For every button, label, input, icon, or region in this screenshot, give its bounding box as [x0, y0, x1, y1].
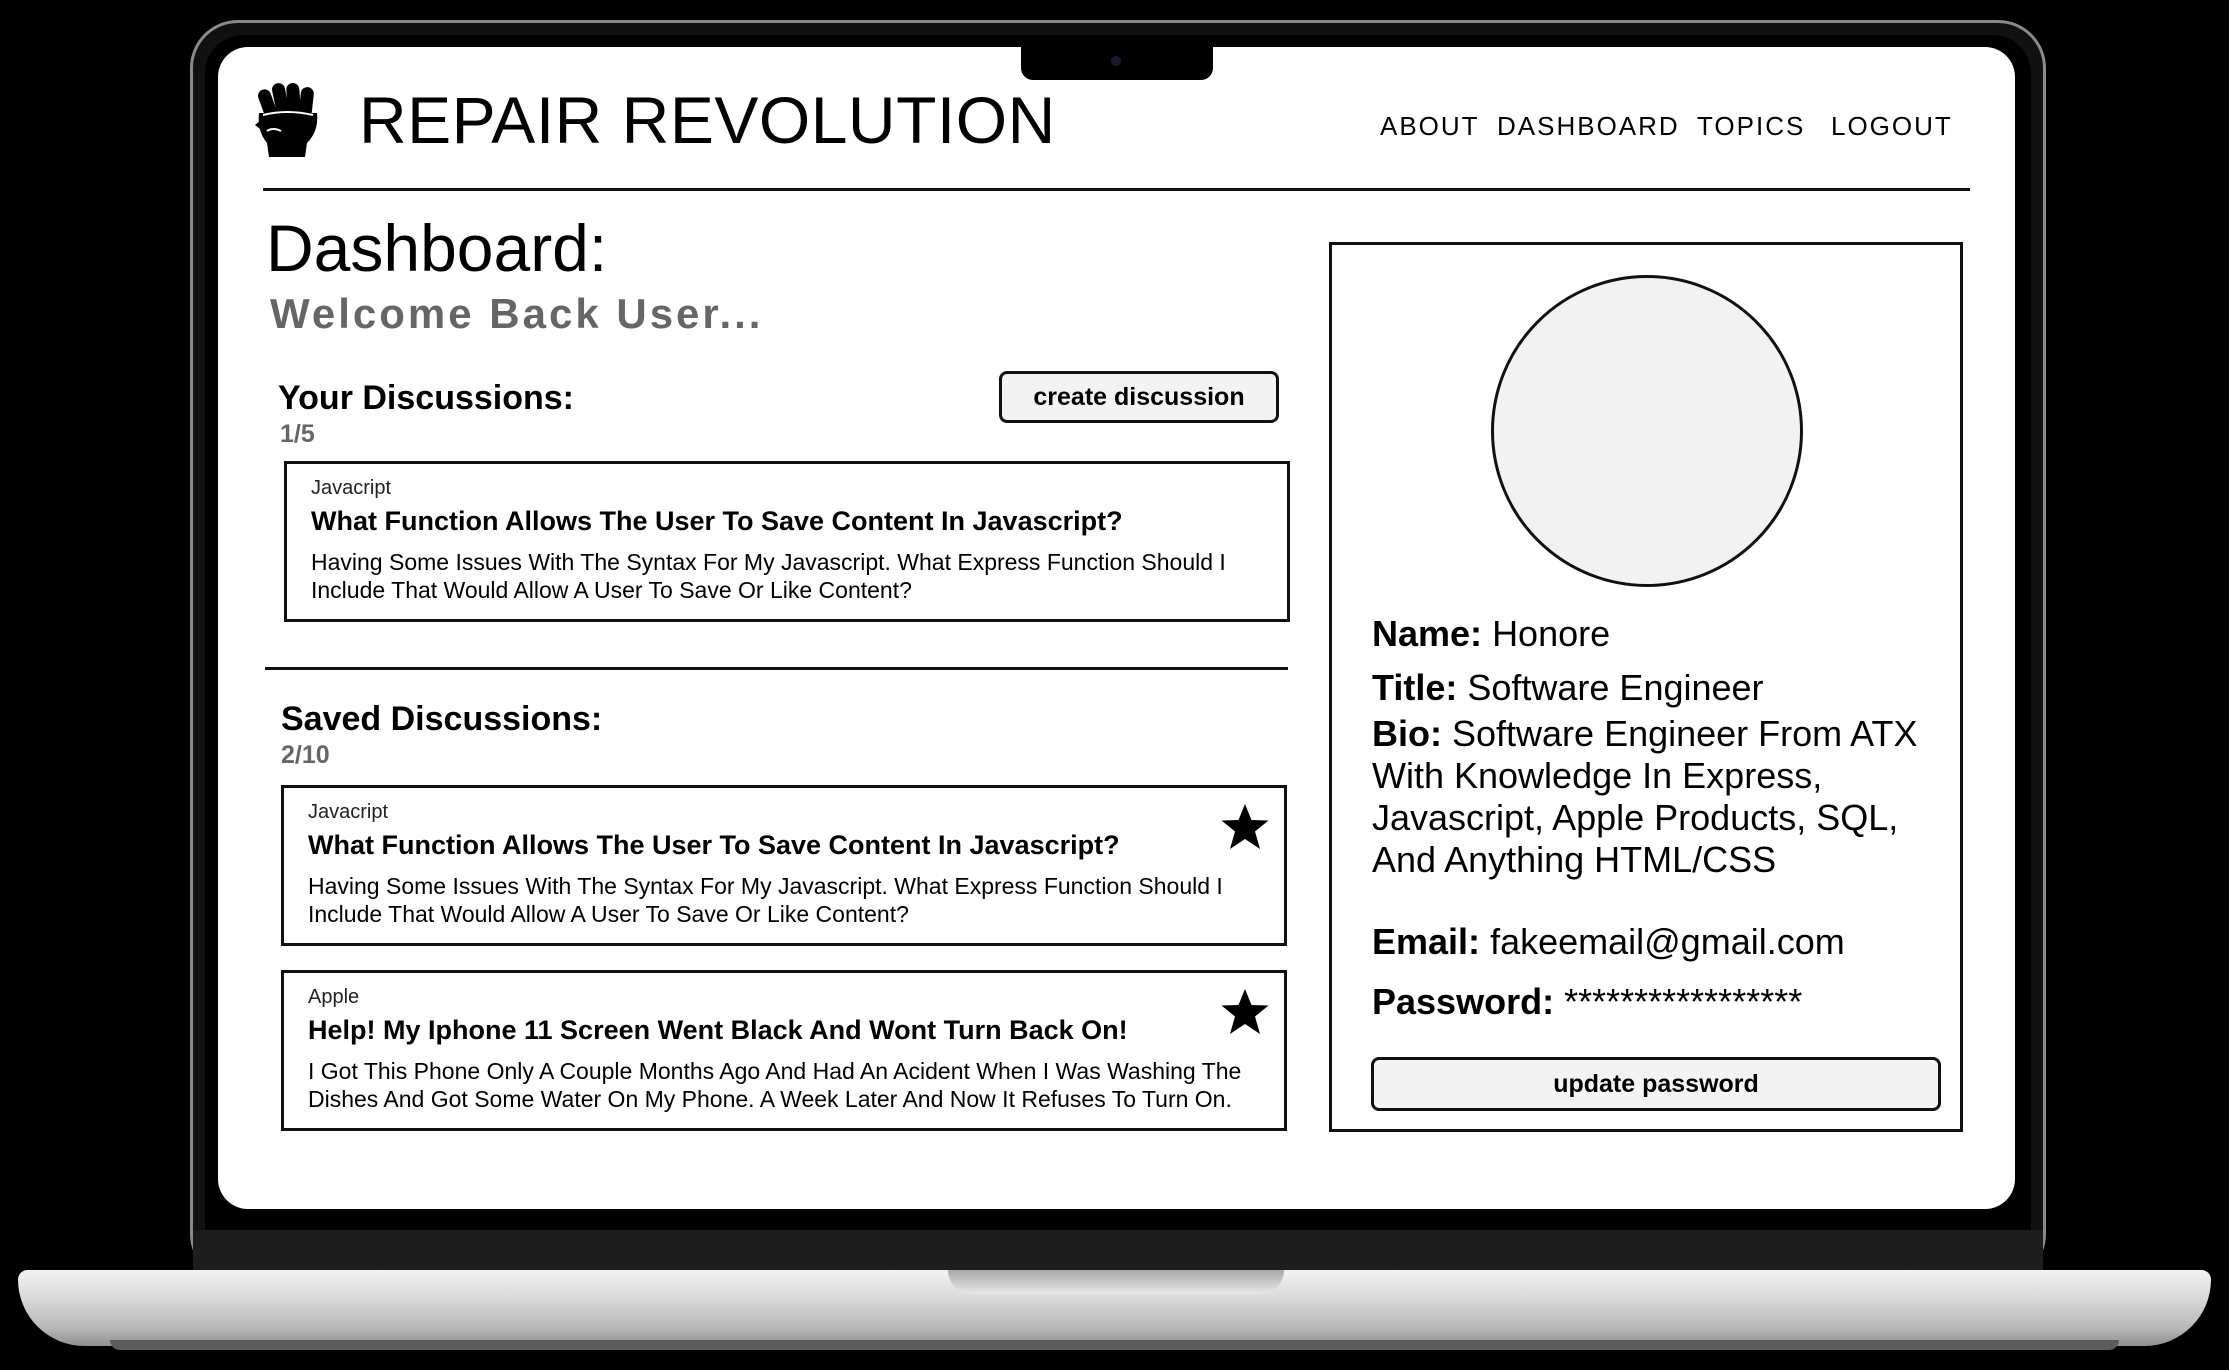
section-divider: [265, 667, 1288, 670]
email-value: fakeemail@gmail.com: [1490, 921, 1845, 962]
saved-discussions-count: 2/10: [281, 741, 330, 769]
nav-logout-link[interactable]: LOGOUT: [1831, 113, 1953, 139]
laptop-base-foot: [110, 1340, 2119, 1350]
saved-discussions-heading: Saved Discussions:: [281, 700, 603, 738]
email-label: Email:: [1372, 921, 1481, 962]
bio-label: Bio:: [1372, 713, 1442, 754]
create-discussion-button[interactable]: create discussion: [999, 371, 1279, 423]
bio-value: Software Engineer From ATX With Knowledg…: [1372, 713, 1918, 880]
saved-discussion-card[interactable]: Apple Help! My Iphone 11 Screen Went Bla…: [281, 970, 1287, 1131]
nav-about-link[interactable]: ABOUT: [1380, 113, 1480, 139]
discussion-title[interactable]: What Function Allows The User To Save Co…: [311, 508, 1123, 535]
header-divider: [263, 188, 1970, 191]
nav-topics-link[interactable]: TOPICS: [1697, 113, 1805, 139]
page-title: Dashboard:: [266, 211, 608, 285]
star-icon[interactable]: [1220, 802, 1270, 852]
discussion-card[interactable]: Javacript What Function Allows The User …: [284, 461, 1290, 622]
discussion-body: I Got This Phone Only A Couple Months Ag…: [308, 1058, 1242, 1112]
title-value: Software Engineer: [1467, 667, 1764, 708]
saved-discussion-card[interactable]: Javacript What Function Allows The User …: [281, 785, 1287, 946]
your-discussions-heading: Your Discussions:: [278, 379, 574, 417]
top-nav: ABOUT DASHBOARD TOPICS LOGOUT: [218, 113, 2015, 147]
profile-email: Email: fakeemail@gmail.com: [1372, 921, 1845, 963]
profile-name: Name: Honore: [1372, 613, 1610, 655]
discussion-title[interactable]: What Function Allows The User To Save Co…: [308, 832, 1120, 859]
camera-icon: [1111, 56, 1121, 66]
profile-title: Title: Software Engineer: [1372, 667, 1764, 709]
laptop-opening-notch: [948, 1270, 1284, 1294]
nav-dashboard-link[interactable]: DASHBOARD: [1497, 113, 1680, 139]
discussion-body: Having Some Issues With The Syntax For M…: [308, 873, 1223, 927]
avatar[interactable]: [1491, 275, 1803, 587]
profile-bio: Bio: Software Engineer From ATX With Kno…: [1372, 713, 1962, 881]
star-icon[interactable]: [1220, 987, 1270, 1037]
discussion-title[interactable]: Help! My Iphone 11 Screen Went Black And…: [308, 1017, 1128, 1044]
title-label: Title:: [1372, 667, 1458, 708]
your-discussions-count: 1/5: [280, 420, 315, 448]
name-label: Name:: [1372, 613, 1483, 654]
discussion-body: Having Some Issues With The Syntax For M…: [311, 549, 1226, 603]
name-value: Honore: [1492, 613, 1611, 654]
discussion-topic: Javacript: [308, 801, 389, 823]
discussion-topic: Apple: [308, 986, 360, 1008]
profile-password: Password: *****************: [1372, 981, 1802, 1023]
camera-notch: [1021, 47, 1213, 80]
update-password-button[interactable]: update password: [1371, 1057, 1941, 1111]
discussion-topic: Javacript: [311, 477, 392, 499]
password-label: Password:: [1372, 981, 1555, 1022]
password-value: *****************: [1564, 981, 1803, 1022]
browser-screen: REPAIR REVOLUTION ABOUT DASHBOARD TOPICS…: [218, 47, 2015, 1209]
welcome-message: Welcome Back User...: [270, 290, 764, 337]
profile-panel: Name: Honore Title: Software Engineer Bi…: [1329, 242, 1963, 1132]
